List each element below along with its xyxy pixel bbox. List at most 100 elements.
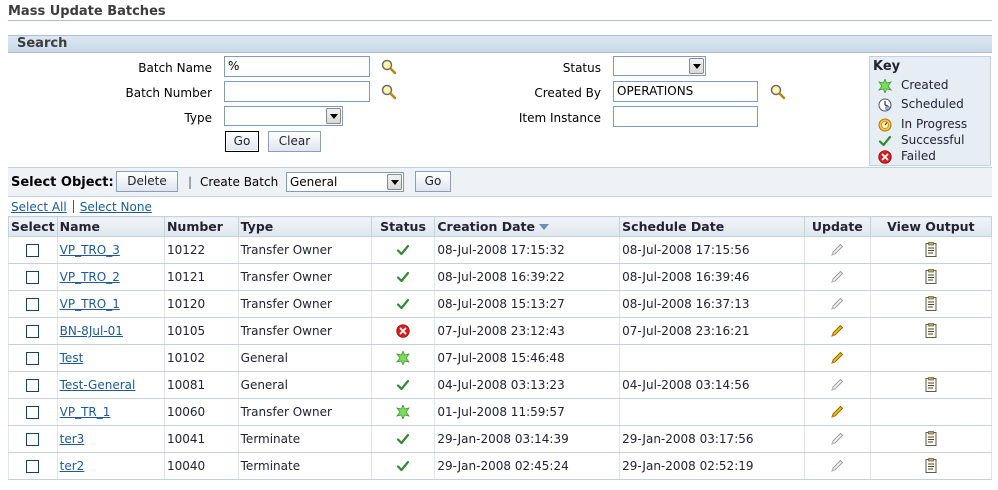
row-select-cell	[8, 371, 58, 399]
select-none-link[interactable]: Select None	[80, 200, 152, 214]
select-all-link[interactable]: Select All	[11, 200, 67, 214]
row-number: 10040	[163, 452, 239, 480]
col-name[interactable]: Name	[56, 216, 165, 237]
row-name-cell: VP_TR_1	[56, 398, 165, 426]
row-select-cell	[8, 452, 58, 480]
row-checkbox[interactable]	[26, 244, 40, 257]
in-progress-icon	[878, 118, 892, 132]
created-by-search-icon[interactable]	[769, 83, 787, 101]
col-creation-date[interactable]: Creation Date	[434, 216, 621, 237]
row-creation-date: 08-Jul-2008 15:13:27	[434, 290, 621, 318]
view-output-icon[interactable]	[923, 377, 939, 393]
batch-name-link[interactable]: Test-General	[60, 378, 136, 392]
row-type: Transfer Owner	[237, 317, 372, 345]
row-checkbox[interactable]	[26, 325, 40, 338]
col-view-output: View Output	[869, 216, 993, 237]
batch-number-label: Batch Number	[125, 86, 212, 100]
edit-pencil-icon[interactable]	[829, 350, 845, 366]
row-status-cell	[370, 263, 436, 291]
title-rule	[8, 20, 992, 21]
table-row: BN-8Jul-01 10105 Transfer Owner 07-Jul-2008…	[8, 317, 993, 345]
key-title: Key	[873, 59, 901, 74]
table-row: VP_TR_1 10060 Transfer Owner 01-Jul-2008 11…	[8, 398, 993, 426]
row-checkbox[interactable]	[26, 433, 40, 446]
row-checkbox[interactable]	[26, 460, 40, 473]
view-output-icon[interactable]	[923, 242, 939, 258]
row-checkbox[interactable]	[26, 406, 40, 419]
row-creation-date: 08-Jul-2008 16:39:22	[434, 263, 621, 291]
view-output-icon[interactable]	[923, 431, 939, 447]
row-update-cell	[803, 317, 871, 345]
batch-name-link[interactable]: ter3	[60, 432, 85, 446]
row-view-output-cell	[869, 290, 993, 318]
status-select[interactable]	[613, 56, 706, 76]
col-number[interactable]: Number	[163, 216, 239, 237]
row-status-cell	[370, 371, 436, 399]
table-row: VP_TRO_3 10122 Transfer Owner 08-Jul-2008 1…	[8, 236, 993, 264]
search-clear-button[interactable]: Clear	[268, 131, 321, 152]
table-row: ter2 10040 Terminate 29-Jan-2008 02:45:24 29…	[8, 452, 993, 480]
row-creation-date: 29-Jan-2008 02:45:24	[434, 452, 621, 480]
row-checkbox[interactable]	[26, 352, 40, 365]
row-view-output-cell	[869, 317, 993, 345]
view-output-icon[interactable]	[923, 458, 939, 474]
row-status-cell	[370, 317, 436, 345]
row-select-cell	[8, 317, 58, 345]
row-checkbox[interactable]	[26, 379, 40, 392]
batch-name-link[interactable]: VP_TRO_3	[60, 243, 120, 257]
row-select-cell	[8, 398, 58, 426]
batch-number-input[interactable]	[224, 81, 370, 102]
row-status-cell	[370, 236, 436, 264]
col-schedule-date[interactable]: Schedule Date	[619, 216, 805, 237]
edit-pencil-icon[interactable]	[829, 404, 845, 420]
created-by-input[interactable]: OPERATIONS	[613, 81, 758, 102]
batch-name-link[interactable]: BN-8Jul-01	[60, 324, 123, 338]
col-type[interactable]: Type	[237, 216, 372, 237]
type-select[interactable]	[224, 106, 343, 126]
row-update-cell	[803, 344, 871, 372]
batch-name-link[interactable]: VP_TRO_2	[60, 270, 120, 284]
select-object-label: Select Object:	[11, 175, 114, 190]
row-status-cell	[370, 398, 436, 426]
row-schedule-date: 08-Jul-2008 16:37:13	[619, 290, 805, 318]
row-view-output-cell	[869, 344, 993, 372]
row-schedule-date: 29-Jan-2008 03:17:56	[619, 425, 805, 453]
create-batch-go-button[interactable]: Go	[415, 171, 451, 192]
create-batch-select[interactable]: General	[286, 172, 404, 192]
batch-name-input[interactable]: %	[224, 56, 370, 77]
row-name-cell: BN-8Jul-01	[56, 317, 165, 345]
view-output-icon[interactable]	[923, 269, 939, 285]
edit-pencil-icon[interactable]	[829, 323, 845, 339]
created-by-label: Created By	[534, 86, 601, 100]
row-name-cell: Test-General	[56, 371, 165, 399]
view-output-icon[interactable]	[923, 323, 939, 339]
row-name-cell: VP_TRO_1	[56, 290, 165, 318]
batch-name-search-icon[interactable]	[380, 58, 398, 76]
table-row: Test 10102 General 07-Jul-2008 15:46:48	[8, 344, 993, 372]
batch-number-search-icon[interactable]	[380, 83, 398, 101]
row-view-output-cell	[869, 236, 993, 264]
row-checkbox[interactable]	[26, 298, 40, 311]
col-status[interactable]: Status	[370, 216, 436, 237]
row-type: Transfer Owner	[237, 236, 372, 264]
batch-name-link[interactable]: Test	[60, 351, 84, 365]
view-output-icon[interactable]	[923, 296, 939, 312]
item-instance-input[interactable]	[613, 106, 758, 127]
row-schedule-date: 08-Jul-2008 17:15:56	[619, 236, 805, 264]
successful-icon	[396, 434, 410, 445]
search-go-button[interactable]: Go	[225, 131, 259, 152]
created-icon	[396, 351, 411, 366]
table-toolbar: Select Object: Delete | Create Batch Gen…	[8, 167, 992, 197]
table-row: Test-General 10081 General 04-Jul-2008 03:1…	[8, 371, 993, 399]
successful-icon	[396, 299, 410, 310]
row-schedule-date: 04-Jul-2008 03:14:56	[619, 371, 805, 399]
batch-name-link[interactable]: VP_TR_1	[60, 405, 111, 419]
row-checkbox[interactable]	[26, 271, 40, 284]
delete-button[interactable]: Delete	[116, 171, 178, 192]
batch-name-link[interactable]: ter2	[60, 459, 85, 473]
status-label: Status	[562, 61, 601, 75]
create-batch-select-value: General	[290, 175, 338, 189]
row-select-cell	[8, 425, 58, 453]
table-row: ter3 10041 Terminate 29-Jan-2008 03:14:39 29…	[8, 425, 993, 453]
batch-name-link[interactable]: VP_TRO_1	[60, 297, 120, 311]
